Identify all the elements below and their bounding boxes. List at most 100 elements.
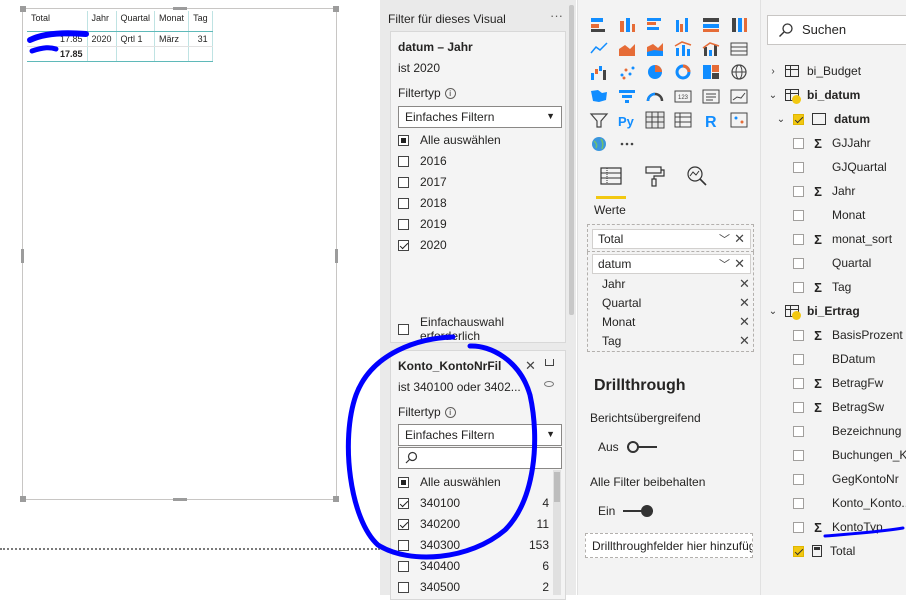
column-header-jahr[interactable]: Jahr — [87, 11, 117, 32]
gauge-visual-icon[interactable] — [645, 87, 665, 105]
field-item[interactable]: Σ GJJahr — [793, 134, 871, 152]
globe-visual-icon[interactable] — [589, 135, 609, 153]
r-script-visual-icon[interactable]: R — [701, 111, 721, 129]
matrix-visual-icon[interactable] — [673, 111, 693, 129]
filled-map-visual-icon[interactable] — [589, 87, 609, 105]
waterfall-visual-icon[interactable] — [589, 63, 609, 81]
filtertype-select[interactable]: Einfaches Filtern ▼ — [398, 106, 562, 128]
option-340100[interactable]: 340100 — [398, 494, 460, 512]
close-icon[interactable]: ✕ — [739, 295, 750, 311]
checkbox[interactable] — [398, 239, 409, 251]
option-2019[interactable]: 2019 — [398, 215, 447, 233]
filtertype-select[interactable]: Einfaches Filtern ▼ — [398, 424, 562, 446]
toggle-switch[interactable] — [623, 505, 654, 517]
option-list-scrollbar[interactable] — [553, 470, 561, 595]
field-item[interactable]: Konto_Konto... — [793, 494, 906, 512]
field-item[interactable]: Σ Tag — [793, 278, 851, 296]
search-input[interactable] — [398, 447, 562, 469]
checkbox[interactable] — [793, 353, 804, 365]
field-item[interactable]: GJQuartal — [793, 158, 887, 176]
arcgis-visual-icon[interactable] — [729, 111, 749, 129]
checkbox[interactable] — [793, 233, 804, 245]
field-item[interactable]: Σ BetragSw — [793, 398, 884, 416]
more-options-icon[interactable]: ··· — [550, 8, 563, 23]
resize-handle[interactable] — [333, 496, 339, 502]
toggle-switch[interactable] — [626, 441, 657, 453]
analytics-tab[interactable] — [684, 164, 710, 190]
checkbox[interactable] — [398, 176, 409, 188]
field-item[interactable]: Bezeichnung — [793, 422, 901, 440]
field-item[interactable]: Total — [793, 542, 855, 560]
checkbox[interactable] — [398, 476, 409, 488]
stacked-column-visual-icon[interactable] — [617, 15, 637, 33]
option-2016[interactable]: 2016 — [398, 152, 447, 170]
resize-handle[interactable] — [335, 249, 338, 263]
option-340500[interactable]: 340500 — [398, 578, 460, 596]
checkbox[interactable] — [398, 155, 409, 167]
checkbox[interactable] — [793, 497, 804, 509]
eye-icon[interactable] — [544, 381, 554, 387]
option-340300[interactable]: 340300 — [398, 536, 460, 554]
close-icon[interactable]: ✕ — [734, 231, 745, 247]
field-item[interactable]: Σ BasisProzent — [793, 326, 903, 344]
scatter-visual-icon[interactable] — [617, 63, 637, 81]
chevron-right-icon[interactable]: › — [767, 66, 779, 77]
checkbox[interactable] — [398, 197, 409, 209]
checkbox[interactable] — [398, 539, 409, 551]
slicer-visual-icon[interactable] — [589, 111, 609, 129]
checkbox[interactable] — [793, 377, 804, 389]
checkbox[interactable] — [793, 137, 804, 149]
select-all-option[interactable]: Alle auswählen — [398, 473, 501, 491]
stacked-area-visual-icon[interactable] — [645, 39, 665, 57]
hierarchy-level-monat[interactable]: Monat ✕ — [602, 314, 750, 329]
resize-handle[interactable] — [173, 7, 187, 10]
hierarchy-level-tag[interactable]: Tag ✕ — [602, 333, 750, 348]
values-well[interactable]: Total ﹀ ✕ — [587, 224, 754, 252]
line-visual-icon[interactable] — [589, 39, 609, 57]
donut-visual-icon[interactable] — [673, 63, 693, 81]
field-item[interactable]: Σmonat_sort — [793, 230, 892, 248]
fields-tab[interactable] — [598, 164, 624, 190]
drillthrough-dropzone[interactable]: Drillthroughfelder hier hinzufügen — [585, 533, 753, 558]
info-icon[interactable]: i — [444, 88, 456, 99]
python-visual-icon[interactable]: Py — [617, 111, 637, 129]
search-input[interactable]: Suchen — [767, 15, 906, 45]
filter-card-title[interactable]: Konto_KontoNrFil — [398, 359, 501, 373]
checkbox[interactable] — [398, 518, 409, 530]
pie-visual-icon[interactable] — [645, 63, 665, 81]
checkbox[interactable] — [793, 161, 804, 173]
cross-report-toggle[interactable]: Aus — [598, 440, 657, 454]
checkbox[interactable] — [793, 209, 804, 221]
checkbox[interactable] — [793, 473, 804, 485]
ribbon-visual-icon[interactable] — [729, 39, 749, 57]
option-2020[interactable]: 2020 — [398, 236, 447, 254]
option-340200[interactable]: 340200 — [398, 515, 460, 533]
checkbox[interactable] — [793, 401, 804, 413]
hierarchy-level-quartal[interactable]: Quartal ✕ — [602, 295, 750, 310]
keep-filters-toggle[interactable]: Ein — [598, 504, 654, 518]
field-item[interactable]: Σ BetragFw — [793, 374, 883, 392]
line-clustered-visual-icon[interactable] — [701, 39, 721, 57]
filter-card-konto[interactable]: Konto_KontoNrFil ✕ ist 340100 oder 3402.… — [390, 350, 566, 600]
field-pill-datum[interactable]: datum ﹀ ✕ — [592, 254, 751, 274]
card-visual-icon[interactable]: 123 — [673, 87, 693, 105]
checkbox[interactable] — [793, 545, 804, 557]
select-all-option[interactable]: Alle auswählen — [398, 131, 501, 149]
multirow-card-visual-icon[interactable] — [701, 87, 721, 105]
checkbox[interactable] — [793, 113, 804, 125]
checkbox[interactable] — [793, 185, 804, 197]
field-item[interactable]: Σ Jahr — [793, 182, 855, 200]
option-340400[interactable]: 340400 — [398, 557, 460, 575]
column-header-monat[interactable]: Monat — [154, 11, 190, 32]
checkbox[interactable] — [398, 134, 409, 146]
checkbox[interactable] — [793, 329, 804, 341]
option-2017[interactable]: 2017 — [398, 173, 447, 191]
checkbox[interactable] — [793, 449, 804, 461]
field-item[interactable]: GegKontoNr — [793, 470, 899, 488]
chevron-down-icon[interactable]: ⌄ — [767, 90, 779, 101]
filter-card-title[interactable]: datum – Jahr — [398, 40, 473, 54]
table-node[interactable]: › bi_Budget — [767, 62, 861, 80]
checkbox[interactable] — [398, 218, 409, 230]
close-icon[interactable]: ✕ — [734, 256, 745, 272]
table-node[interactable]: ⌄ bi_datum — [767, 86, 860, 104]
